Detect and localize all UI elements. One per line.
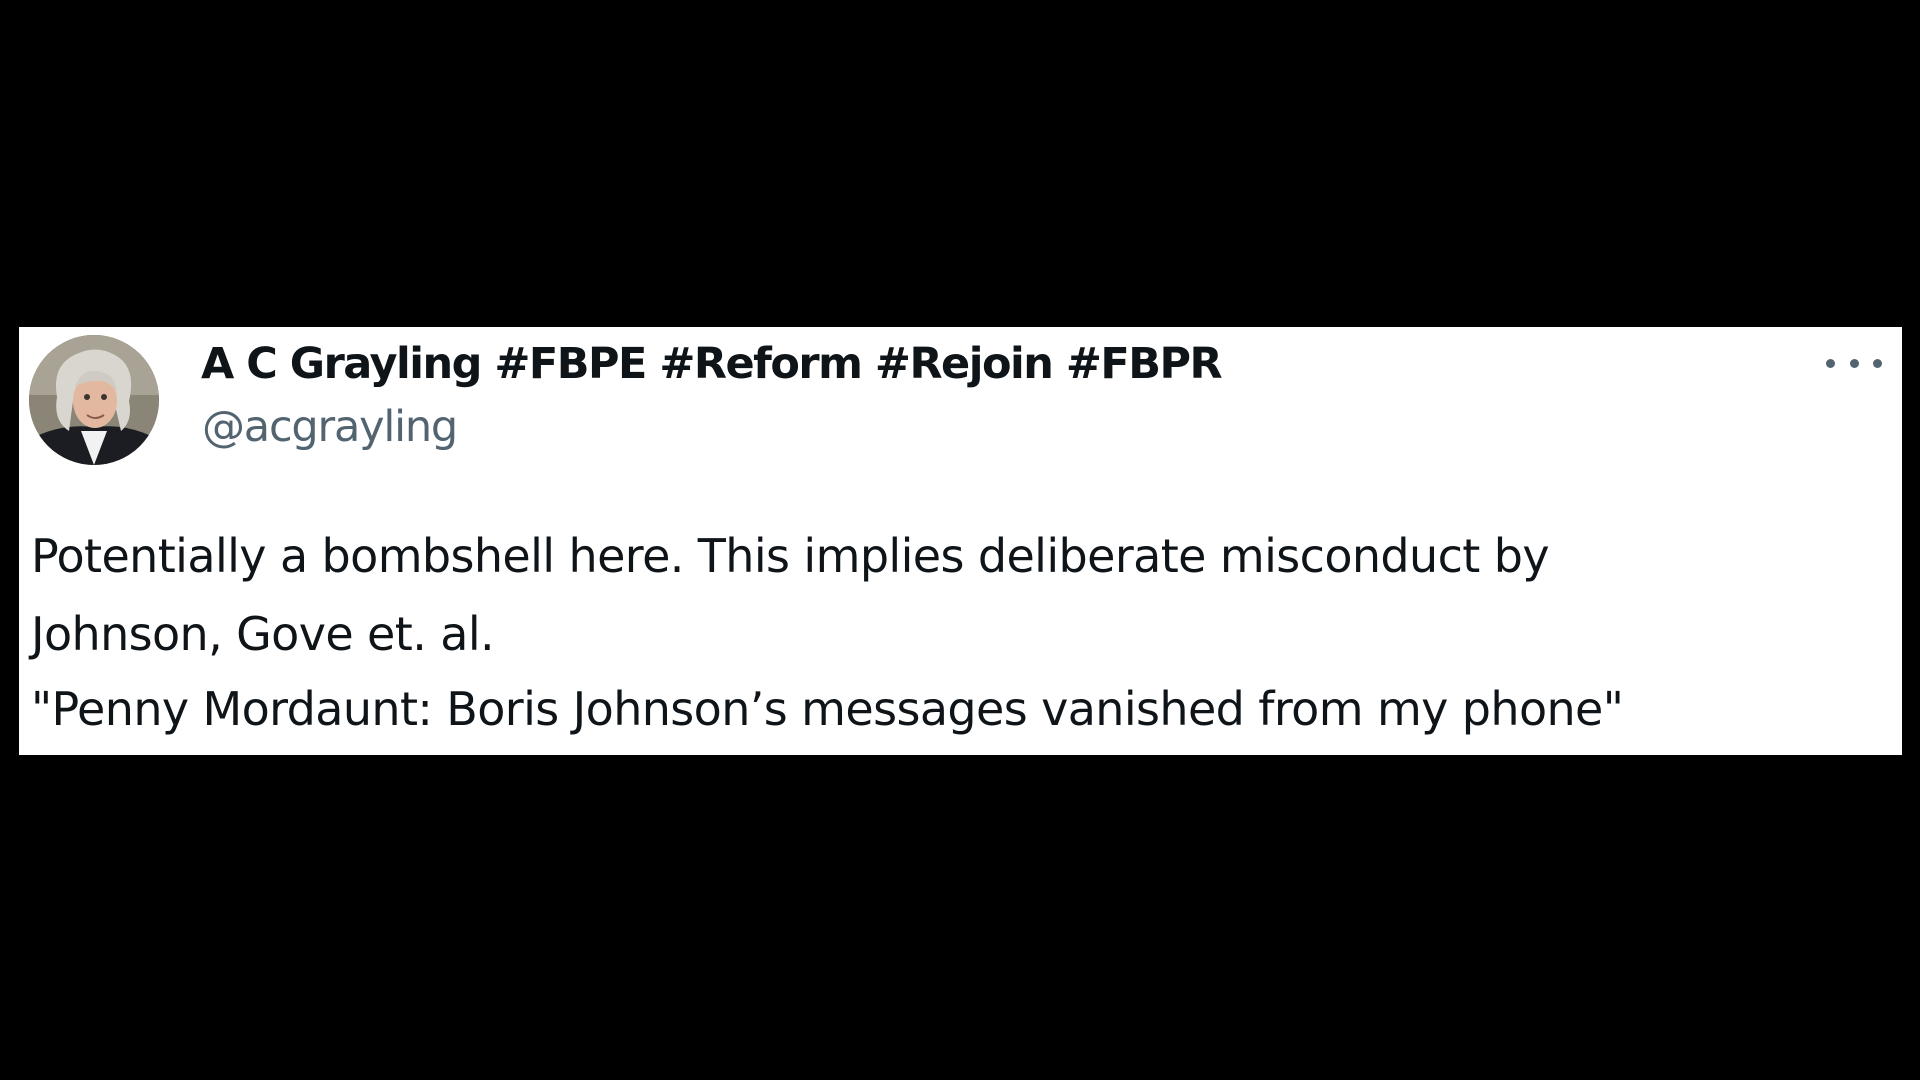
avatar-photo-icon xyxy=(29,335,159,465)
author-handle[interactable]: @acgrayling xyxy=(202,402,458,454)
more-options-button[interactable] xyxy=(1826,351,1882,375)
more-horizontal-icon xyxy=(1826,358,1835,368)
tweet-text: Potentially a bombshell here. This impli… xyxy=(31,517,1891,747)
tweet-text-line: Johnson, Gove et. al. xyxy=(31,607,495,661)
author-avatar[interactable] xyxy=(29,335,159,465)
more-horizontal-icon-dot xyxy=(1849,358,1859,368)
author-display-name[interactable]: A C Grayling #FBPE #Reform #Rejoin #FBPR xyxy=(201,339,1223,391)
screenshot-canvas: A C Grayling #FBPE #Reform #Rejoin #FBPR… xyxy=(0,0,1920,1080)
more-horizontal-icon-dot xyxy=(1873,358,1882,368)
tweet-text-line: "Penny Mordaunt: Boris Johnson’s message… xyxy=(31,682,1624,736)
tweet-text-line: Potentially a bombshell here. This impli… xyxy=(31,529,1550,583)
tweet-card[interactable]: A C Grayling #FBPE #Reform #Rejoin #FBPR… xyxy=(19,327,1902,755)
